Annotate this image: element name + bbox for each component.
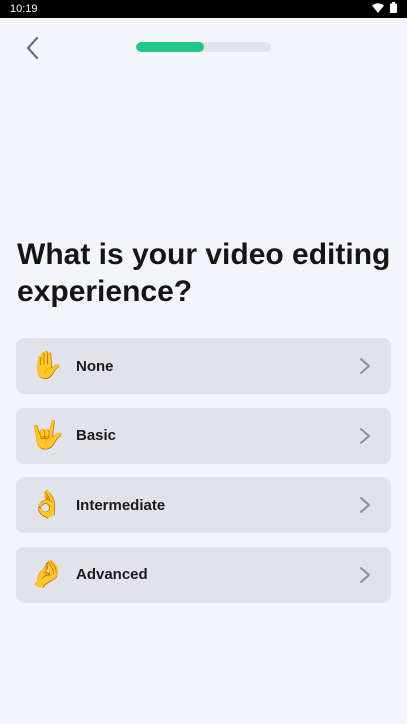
chevron-right-icon [359,496,373,514]
option-advanced-button[interactable]: 🤌 Advanced [16,546,391,603]
option-label: Intermediate [76,496,166,514]
ok-hand-icon: 👌 [30,489,64,520]
back-button[interactable] [18,36,46,64]
chevron-right-icon [359,357,373,375]
options-list: ✋ None 🤟 Basic 👌 Intermediate 🤌 Advanced [16,338,391,616]
status-icons [372,2,397,16]
chevron-right-icon [359,566,373,584]
option-label: Basic [76,427,117,444]
status-bar: 10:19 [0,0,407,18]
love-you-gesture-icon: 🤟 [30,419,64,451]
wifi-icon [372,2,384,16]
option-none-button[interactable]: ✋ None [16,338,391,394]
battery-icon [390,2,397,16]
option-basic-button[interactable]: 🤟 Basic [16,407,391,464]
chevron-right-icon [359,427,373,445]
option-intermediate-button[interactable]: 👌 Intermediate [16,477,391,533]
option-label: Advanced [76,566,148,583]
raised-hand-icon: ✋ [30,350,64,381]
progress-bar [136,42,271,52]
progress-fill [136,42,204,52]
chevron-left-icon [25,36,39,65]
status-time: 10:19 [10,3,38,15]
pinched-fingers-icon: 🤌 [30,558,64,590]
page-title: What is your video editing experience? [17,238,391,308]
option-label: None [76,357,114,375]
